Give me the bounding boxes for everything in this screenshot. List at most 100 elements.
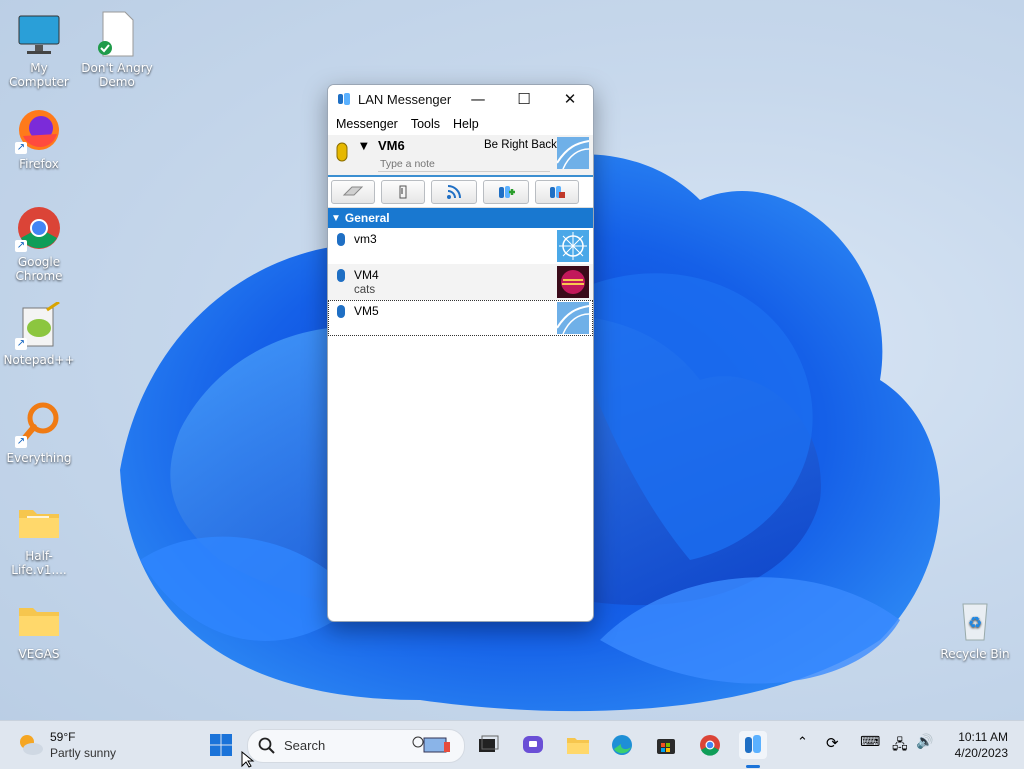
desktop-icon-recycle-bin[interactable]: ♻ Recycle Bin bbox=[937, 596, 1013, 661]
folder-icon bbox=[15, 498, 63, 546]
desktop-icon-label: My Computer bbox=[9, 61, 69, 89]
shortcut-arrow-icon: ↗ bbox=[15, 436, 27, 448]
start-button[interactable] bbox=[207, 731, 235, 759]
group-header-general[interactable]: ▼ General bbox=[328, 208, 593, 228]
desktop-icon-google-chrome[interactable]: ↗ Google Chrome bbox=[1, 204, 77, 283]
firefox-icon: ↗ bbox=[15, 106, 63, 154]
document-icon bbox=[93, 10, 141, 58]
windows-logo-icon bbox=[210, 734, 232, 756]
teams-chat-button[interactable] bbox=[519, 731, 547, 759]
task-view-button[interactable] bbox=[474, 731, 502, 759]
weather-description[interactable]: Partly sunny bbox=[50, 746, 116, 760]
chrome-taskbar-button[interactable] bbox=[696, 731, 724, 759]
desktop-icon-label: Recycle Bin bbox=[940, 647, 1010, 661]
desktop-icon-label: Google Chrome bbox=[15, 255, 63, 283]
svg-text:♻: ♻ bbox=[968, 613, 982, 632]
contact-avatar bbox=[557, 266, 589, 298]
desktop-icon-vegas[interactable]: VEGAS bbox=[1, 596, 77, 661]
lan-messenger-icon bbox=[745, 735, 761, 753]
volume-icon[interactable]: 🔊 bbox=[916, 734, 933, 750]
contact-row[interactable]: vm3 bbox=[328, 228, 593, 264]
add-contact-button[interactable] bbox=[483, 180, 529, 204]
collapse-icon: ▼ bbox=[331, 212, 341, 224]
add-contact-icon bbox=[499, 186, 515, 198]
desktop-icon-half-life[interactable]: Half-Life.v1.... bbox=[1, 498, 77, 577]
desktop-icon-label: Firefox bbox=[19, 157, 59, 171]
contact-row[interactable]: VM5 bbox=[328, 300, 593, 336]
close-button[interactable]: ✕ bbox=[547, 85, 593, 113]
contact-avatar bbox=[557, 230, 589, 262]
minimize-button[interactable]: — bbox=[455, 85, 501, 113]
desktop-icon-dont-angry-demo[interactable]: Don't Angry Demo bbox=[79, 10, 155, 89]
keyboard-icon[interactable]: ⌨ bbox=[860, 734, 880, 750]
sync-icon[interactable]: ⟳ bbox=[826, 734, 839, 752]
contact-name: VM4 bbox=[354, 268, 379, 282]
weather-temperature[interactable]: 59°F bbox=[50, 730, 75, 744]
desktop-icon-firefox[interactable]: ↗ Firefox bbox=[1, 106, 77, 171]
shortcut-arrow-icon: ↗ bbox=[15, 142, 27, 154]
desktop-icon-label: VEGAS bbox=[18, 647, 60, 661]
profile-name: VM6 bbox=[378, 138, 405, 153]
search-box[interactable]: Search bbox=[247, 729, 465, 763]
task-view-icon bbox=[479, 735, 499, 752]
desktop-icon-my-computer[interactable]: My Computer bbox=[1, 10, 77, 89]
online-status-icon bbox=[337, 233, 345, 246]
shortcut-arrow-icon: ↗ bbox=[15, 240, 27, 252]
maximize-button[interactable]: ☐ bbox=[501, 85, 547, 113]
show-hidden-icons-chevron-icon[interactable]: ⌃ bbox=[797, 735, 808, 750]
note-input[interactable] bbox=[378, 157, 550, 172]
mouse-cursor-icon bbox=[241, 751, 255, 768]
profile-panel: ▼ VM6 Be Right Back bbox=[328, 135, 593, 177]
tools-button[interactable] bbox=[535, 180, 579, 204]
group-label: General bbox=[344, 211, 390, 225]
desktop-icon-label: Don't Angry Demo bbox=[81, 61, 153, 89]
clock-date: 4/20/2023 bbox=[954, 746, 1008, 760]
store-button[interactable] bbox=[652, 731, 680, 759]
search-placeholder: Search bbox=[284, 738, 326, 753]
contact-row[interactable]: VM4 cats bbox=[328, 264, 593, 300]
send-file-button[interactable] bbox=[381, 180, 425, 204]
clock[interactable]: 10:11 AM 4/20/2023 bbox=[955, 729, 1008, 761]
file-explorer-button[interactable] bbox=[564, 731, 592, 759]
toolbar bbox=[328, 177, 593, 208]
attachment-icon bbox=[399, 185, 407, 199]
desktop-icon-notepad-plus-plus[interactable]: ↗ Notepad++ bbox=[1, 300, 77, 367]
title-bar[interactable]: LAN Messenger — ☐ ✕ bbox=[328, 85, 593, 113]
search-highlight-icon bbox=[412, 736, 450, 753]
recycle-bin-icon: ♻ bbox=[951, 596, 999, 644]
broadcast-button[interactable] bbox=[331, 180, 375, 204]
contact-note: cats bbox=[354, 284, 376, 296]
desktop-icon-label: Everything bbox=[6, 451, 72, 465]
status-away-icon bbox=[336, 142, 348, 162]
profile-avatar[interactable] bbox=[557, 137, 589, 169]
edge-icon bbox=[612, 735, 632, 755]
folder-icon bbox=[15, 596, 63, 644]
chrome-icon: ↗ bbox=[15, 204, 63, 252]
weather-partly-sunny-icon bbox=[20, 735, 43, 755]
window-title: LAN Messenger bbox=[358, 91, 452, 107]
menu-messenger[interactable]: Messenger bbox=[330, 117, 405, 131]
contact-name: VM5 bbox=[354, 304, 379, 318]
settings-icon bbox=[550, 186, 565, 198]
monitor-icon bbox=[15, 10, 63, 58]
rss-button[interactable] bbox=[431, 180, 477, 204]
eraser-icon bbox=[342, 186, 364, 196]
rss-icon bbox=[447, 185, 461, 199]
profile-status[interactable]: Be Right Back bbox=[484, 139, 557, 151]
contact-name: vm3 bbox=[354, 232, 377, 246]
menu-help[interactable]: Help bbox=[447, 117, 486, 131]
chat-icon bbox=[523, 736, 543, 753]
desktop-icon-label: Notepad++ bbox=[3, 353, 75, 367]
lan-messenger-window: LAN Messenger — ☐ ✕ Messenger Tools Help… bbox=[327, 84, 594, 622]
chrome-icon bbox=[700, 735, 720, 756]
edge-button[interactable] bbox=[608, 731, 636, 759]
menu-tools[interactable]: Tools bbox=[405, 117, 447, 131]
desktop-icon-everything[interactable]: ↗ Everything bbox=[1, 400, 77, 465]
notepad-plus-plus-icon: ↗ bbox=[15, 300, 63, 350]
lan-messenger-taskbar-button[interactable] bbox=[739, 731, 767, 759]
folder-icon bbox=[567, 738, 589, 754]
lan-messenger-icon bbox=[338, 93, 350, 105]
network-icon[interactable]: 🖧 bbox=[892, 734, 908, 758]
status-dropdown-icon[interactable]: ▼ bbox=[360, 141, 368, 152]
taskbar: 59°F Partly sunny Search ⌃ ⟳ ⌨ 🖧 🔊 10:11… bbox=[0, 720, 1024, 769]
